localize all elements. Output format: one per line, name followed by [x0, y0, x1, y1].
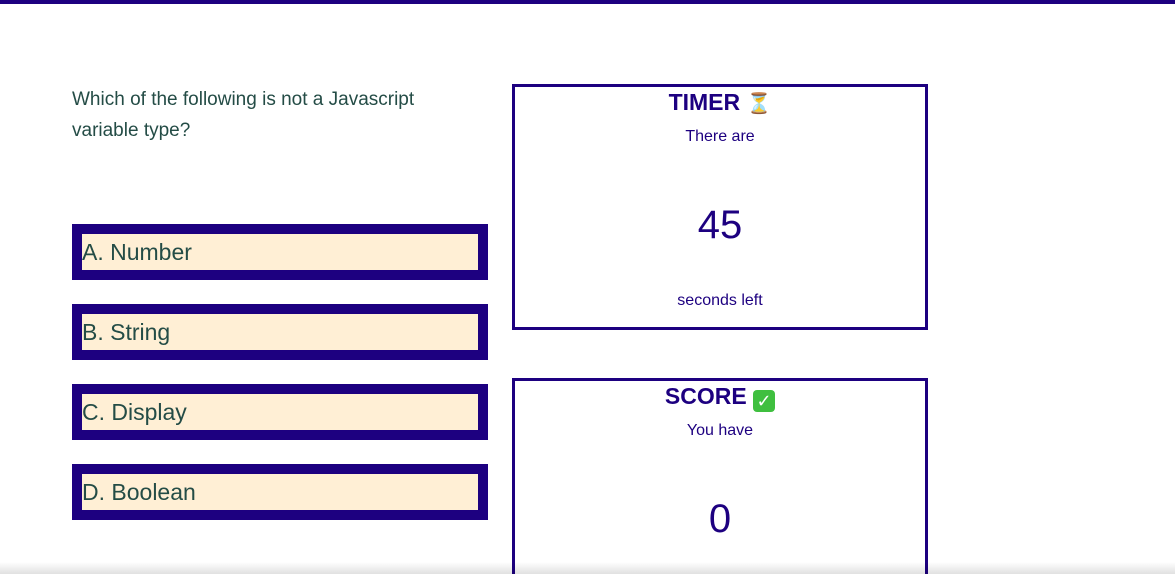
answer-option-c[interactable]: C. Display — [72, 384, 488, 440]
timer-panel: TIMER ⏳ There are 45 seconds left — [512, 84, 928, 330]
answer-option-d[interactable]: D. Boolean — [72, 464, 488, 520]
score-prefix: You have — [686, 422, 754, 439]
timer-suffix: seconds left — [677, 292, 763, 309]
question-text: Which of the following is not a Javascri… — [72, 89, 415, 141]
timer-value: 45 — [697, 203, 743, 247]
hourglass-icon: ⏳ — [746, 91, 772, 115]
check-icon: ✓ — [753, 390, 776, 412]
answer-option-a[interactable]: A. Number — [72, 224, 488, 280]
answer-option-b[interactable]: B. String — [72, 304, 488, 360]
score-title: SCORE ✓ — [515, 383, 925, 412]
bottom-shadow — [0, 562, 1175, 574]
timer-title: TIMER ⏳ — [515, 89, 925, 116]
score-panel: SCORE ✓ You have 0 — [512, 378, 928, 574]
timer-title-text: TIMER — [668, 89, 741, 115]
answer-label: C. Display — [82, 399, 187, 425]
top-accent-bar — [0, 0, 1175, 4]
answer-label: D. Boolean — [82, 479, 196, 505]
answer-label: A. Number — [82, 239, 192, 265]
answer-label: B. String — [82, 319, 171, 345]
score-title-text: SCORE — [664, 383, 747, 409]
timer-prefix: There are — [685, 128, 755, 145]
score-value: 0 — [708, 497, 732, 541]
